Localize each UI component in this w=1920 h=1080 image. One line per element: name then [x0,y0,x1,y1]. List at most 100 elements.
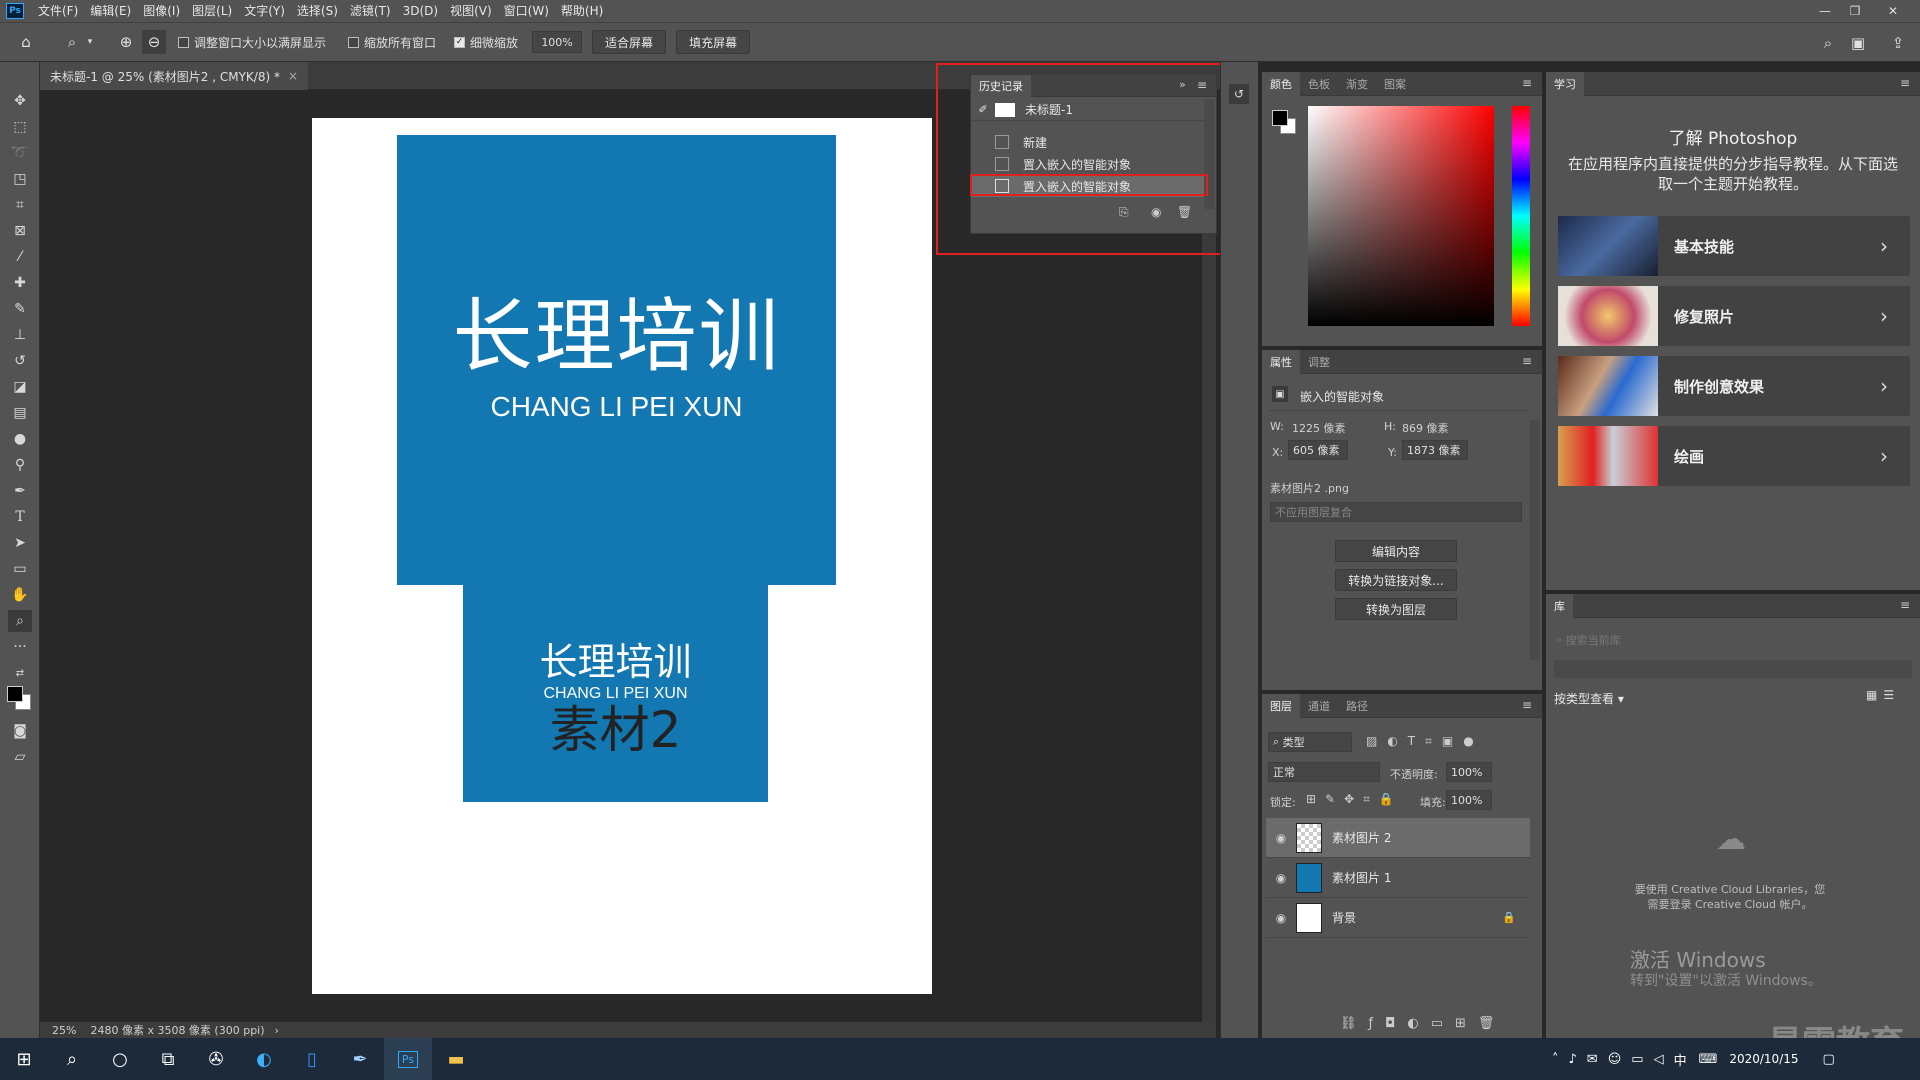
object-select-tool-icon[interactable]: ◳ [8,168,32,190]
menu-type[interactable]: 文字(Y) [238,0,291,22]
panel-menu-icon[interactable]: ≡ [1900,76,1910,90]
menu-file[interactable]: 文件(F) [32,0,84,22]
clone-stamp-icon[interactable]: ⊥ [8,324,32,346]
tab-paths[interactable]: 路径 [1338,694,1376,718]
fit-screen-button[interactable]: 适合屏幕 [592,30,667,54]
panel-menu-icon[interactable]: ≡ [1522,354,1532,368]
hue-slider[interactable] [1512,106,1530,326]
chat-icon[interactable]: ✉ [1587,1052,1598,1067]
eye-icon[interactable]: ◉ [1266,911,1296,925]
fill-screen-button[interactable]: 填充屏幕 [676,30,751,54]
menu-view[interactable]: 视图(V) [444,0,498,22]
crop-tool-icon[interactable]: ⌗ [8,194,32,216]
eye-icon[interactable]: ◉ [1266,871,1296,885]
feather-app-icon[interactable]: ✒ [336,1038,384,1080]
search-icon[interactable]: ⌕ [1816,31,1840,55]
eyedropper-tool-icon[interactable]: ⁄ [8,246,32,268]
convert-to-linked-button[interactable]: 转换为链接对象... [1335,569,1457,591]
network-icon[interactable]: ▭ [1631,1052,1643,1067]
user-icon[interactable]: ☺ [1608,1052,1622,1067]
clock-date[interactable]: 2020/10/15 [1729,1052,1798,1066]
dodge-tool-icon[interactable]: ⚲ [8,454,32,476]
menu-help[interactable]: 帮助(H) [555,0,609,22]
layer-filter-icons[interactable]: ▨◐T⌗▣● [1366,734,1484,749]
chevron-down-icon[interactable]: ▾ [84,30,96,54]
opacity-field[interactable]: 100% [1446,762,1492,782]
task-view-icon[interactable]: ⧉ [144,1038,192,1080]
pen-tool-icon[interactable]: ✒ [8,480,32,502]
volume-icon[interactable]: ◁ [1654,1052,1664,1067]
small-logo-card[interactable]: 长理培训 CHANG LI PEI XUN 素材2 [463,585,768,802]
marquee-tool-icon[interactable]: ⬚ [8,116,32,138]
zoom-out-icon[interactable]: ⊖ [142,30,166,54]
close-tab-icon[interactable]: × [288,69,298,83]
home-icon[interactable]: ⌂ [14,30,38,54]
tab-properties[interactable]: 属性 [1262,349,1300,374]
eye-icon[interactable]: ◉ [1266,831,1296,845]
big-logo-card[interactable]: 长理培训 CHANG LI PEI XUN [397,135,836,585]
swap-colors-icon[interactable]: ⇄ [8,662,32,684]
resize-windows-checkbox[interactable]: 调整窗口大小以满屏显示 [178,34,326,51]
zoom-all-windows-checkbox[interactable]: 缩放所有窗口 [348,34,436,51]
screen-mode-icon[interactable]: ▱ [8,746,32,768]
more-tools-icon[interactable]: ··· [8,636,32,658]
convert-to-layers-button[interactable]: 转换为图层 [1335,598,1457,620]
blur-tool-icon[interactable]: ● [8,428,32,450]
zoom-tool-icon[interactable]: ⌕ [8,610,32,632]
rectangle-tool-icon[interactable]: ▭ [8,558,32,580]
lock-icons[interactable]: ⊞✎✥⌗🔒 [1306,792,1403,807]
chevron-right-icon[interactable]: › [275,1024,279,1037]
library-search-input[interactable]: ⌕ 搜索当前库 [1552,630,1914,650]
tab-channels[interactable]: 通道 [1300,694,1338,718]
restore-icon[interactable]: ❐ [1842,0,1868,22]
panel-menu-icon[interactable]: ≡ [1900,598,1910,612]
close-icon[interactable]: ✕ [1880,0,1906,22]
tab-gradients[interactable]: 渐变 [1338,72,1376,96]
x-field[interactable]: 605 像素 [1288,440,1348,460]
properties-scrollbar[interactable] [1530,420,1540,660]
learn-card-painting[interactable]: 绘画 › [1558,426,1910,486]
hand-tool-icon[interactable]: ✋ [8,584,32,606]
notification-bell-icon[interactable]: ♪ [1569,1052,1577,1067]
fill-field[interactable]: 100% [1446,790,1492,810]
tab-color[interactable]: 颜色 [1262,71,1300,96]
zoom-tool-icon[interactable]: ⌕ [60,30,84,54]
keyboard-icon[interactable]: ⌨ [1699,1052,1718,1067]
menu-layer[interactable]: 图层(L) [186,0,238,22]
layer-actions-bar[interactable]: ⛓ƒ◘◐▭⊞🗑 [1340,1016,1506,1031]
tab-patterns[interactable]: 图案 [1376,72,1414,96]
y-field[interactable]: 1873 像素 [1402,440,1468,460]
browser-icon[interactable]: ◐ [240,1038,288,1080]
tab-adjustments[interactable]: 调整 [1300,350,1338,374]
layer-filter-select[interactable]: ⌕ 类型 [1268,732,1352,752]
learn-card-fix-photos[interactable]: 修复照片 › [1558,286,1910,346]
lasso-tool-icon[interactable]: ➰ [8,142,32,164]
quick-mask-icon[interactable]: ◙ [8,720,32,742]
history-panel-icon[interactable]: ↺ [1229,84,1249,104]
menu-filter[interactable]: 滤镜(T) [344,0,397,22]
menu-select[interactable]: 选择(S) [291,0,344,22]
panel-menu-icon[interactable]: ≡ [1522,698,1532,712]
share-icon[interactable]: ⇪ [1886,31,1910,55]
tab-layers[interactable]: 图层 [1262,693,1300,718]
pinwheel-app-icon[interactable]: ✇ [192,1038,240,1080]
windows-start-icon[interactable]: ⊞ [0,1038,48,1080]
eraser-tool-icon[interactable]: ◪ [8,376,32,398]
history-brush-icon[interactable]: ↺ [8,350,32,372]
path-select-icon[interactable]: ➤ [8,532,32,554]
height-value[interactable]: 869 像素 [1402,420,1449,436]
chevron-up-icon[interactable]: ˄ [1552,1052,1559,1067]
grid-list-view-icons[interactable]: ▦☰ [1866,688,1900,702]
lock-icon[interactable]: 🔒 [1502,911,1516,924]
file-explorer-icon[interactable]: ▬ [432,1038,480,1080]
blend-mode-select[interactable]: 正常 [1268,762,1380,782]
minimize-icon[interactable]: — [1812,0,1838,22]
panel-menu-icon[interactable]: ≡ [1522,76,1532,90]
learn-card-creative-effects[interactable]: 制作创意效果 › [1558,356,1910,416]
width-value[interactable]: 1225 像素 [1292,420,1346,436]
gradient-tool-icon[interactable]: ▤ [8,402,32,424]
color-saturation-field[interactable] [1308,106,1494,326]
menu-image[interactable]: 图像(I) [137,0,186,22]
tab-libraries[interactable]: 库 [1546,593,1573,618]
edit-contents-button[interactable]: 编辑内容 [1335,540,1457,562]
